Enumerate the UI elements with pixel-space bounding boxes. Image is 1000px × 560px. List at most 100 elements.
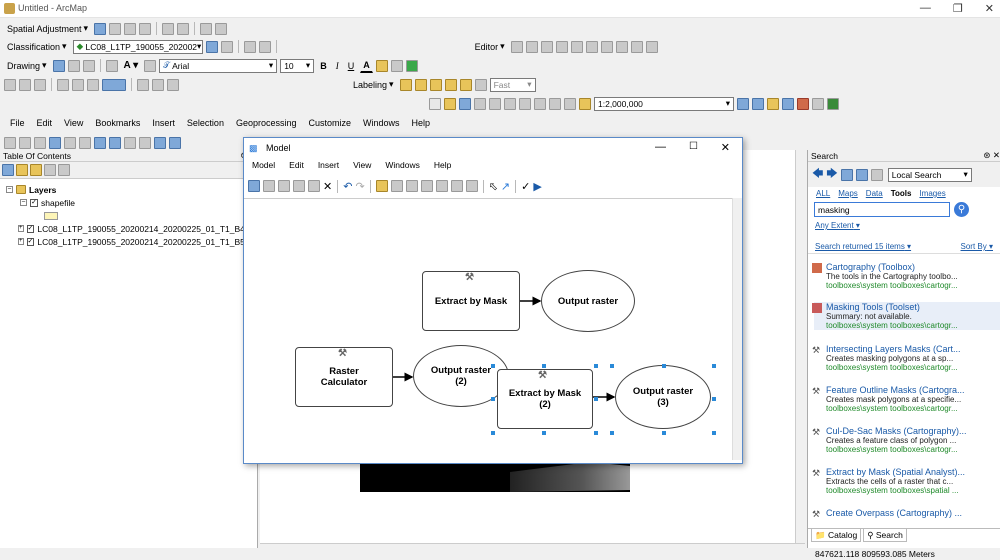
arctoolbox-icon[interactable] bbox=[797, 97, 809, 110]
refresh-icon[interactable] bbox=[855, 168, 868, 181]
redo-icon[interactable] bbox=[564, 97, 576, 110]
menu-bookmarks[interactable]: Bookmarks bbox=[95, 118, 140, 128]
delete-icon[interactable] bbox=[534, 97, 546, 110]
layout-icon[interactable] bbox=[57, 78, 69, 91]
collapse-icon[interactable]: – bbox=[20, 199, 27, 206]
search-result-item[interactable]: ⚒ Cul-De-Sac Masks (Cartography)... Crea… bbox=[812, 426, 1000, 454]
restore-button[interactable]: ❐ bbox=[953, 2, 963, 15]
zoom-out-icon[interactable] bbox=[19, 136, 31, 149]
search-tab[interactable]: ⚲ Search bbox=[863, 529, 907, 542]
clear-selection-icon[interactable] bbox=[139, 136, 151, 149]
create-features-icon[interactable] bbox=[645, 40, 658, 53]
scale-bar-icon[interactable] bbox=[137, 78, 149, 91]
graph-icon[interactable] bbox=[19, 78, 31, 91]
model-cut-icon[interactable] bbox=[278, 180, 290, 192]
rotate-element-icon[interactable] bbox=[67, 59, 80, 72]
attribute-transfer-icon[interactable] bbox=[215, 22, 228, 35]
model-full-extent-icon[interactable] bbox=[405, 180, 418, 192]
selection-handle[interactable] bbox=[662, 364, 666, 368]
selection-handle[interactable] bbox=[491, 364, 495, 368]
save-icon[interactable] bbox=[459, 97, 471, 110]
labeling-dropdown[interactable]: Labeling ▾ bbox=[350, 77, 397, 92]
menu-help[interactable]: Help bbox=[412, 118, 431, 128]
split-icon[interactable] bbox=[585, 40, 598, 53]
result-title[interactable]: Cul-De-Sac Masks (Cartography)... bbox=[826, 426, 1000, 436]
selection-handle[interactable] bbox=[594, 431, 598, 435]
selection-handle[interactable] bbox=[712, 397, 716, 401]
output-raster-data[interactable]: Output raster bbox=[541, 270, 635, 332]
model-maximize-button[interactable]: ☐ bbox=[689, 141, 698, 152]
forward-extent-icon[interactable] bbox=[109, 136, 121, 149]
cut-icon[interactable] bbox=[489, 97, 501, 110]
print-icon[interactable] bbox=[474, 97, 486, 110]
model-menu-edit[interactable]: Edit bbox=[289, 160, 304, 174]
search-go-button[interactable]: ⚲ bbox=[954, 202, 969, 217]
model-run-icon[interactable]: ▶ bbox=[533, 180, 541, 193]
collapse-icon[interactable]: – bbox=[6, 186, 13, 193]
layers-group[interactable]: – Layers bbox=[6, 183, 251, 196]
list-by-drawing-order-icon[interactable] bbox=[2, 164, 14, 176]
add-data-icon[interactable] bbox=[579, 97, 591, 110]
catalog-tab[interactable]: 📁 Catalog bbox=[811, 529, 862, 542]
selection-handle[interactable] bbox=[542, 431, 546, 435]
new-document-icon[interactable] bbox=[429, 97, 441, 110]
model-canvas[interactable]: ⚒ Extract by Mask Output raster ⚒ Raster… bbox=[244, 198, 732, 460]
layer-item[interactable]: + ✓ LC08_L1TP_190055_20200214_20200225_0… bbox=[6, 235, 252, 248]
search-results-count[interactable]: Search returned 15 items ▾ bbox=[815, 242, 911, 251]
attributes-icon[interactable] bbox=[615, 40, 628, 53]
search-tab-tools[interactable]: Tools bbox=[891, 189, 912, 198]
model-copy-icon[interactable] bbox=[293, 180, 305, 192]
search-result-item[interactable]: ⚒ Intersecting Layers Masks (Cart... Cre… bbox=[812, 344, 1000, 372]
font-color-button[interactable]: A bbox=[360, 58, 373, 73]
model-menu-insert[interactable]: Insert bbox=[318, 160, 339, 174]
search-pin-icon[interactable]: ⊛ ✕ bbox=[983, 150, 1000, 161]
model-pan-icon[interactable] bbox=[465, 180, 478, 192]
menu-windows[interactable]: Windows bbox=[363, 118, 400, 128]
lock-labels-icon[interactable] bbox=[444, 78, 457, 91]
any-extent-link[interactable]: Any Extent ▾ bbox=[808, 219, 1000, 232]
search-result-item[interactable]: ⚒ Extract by Mask (Spatial Analyst)... E… bbox=[812, 467, 1000, 495]
edit-tool-icon-2[interactable] bbox=[510, 40, 523, 53]
home-icon[interactable] bbox=[840, 168, 853, 181]
list-by-visibility-icon[interactable] bbox=[30, 164, 42, 176]
model-validate-icon[interactable]: ✓ bbox=[521, 180, 530, 193]
fill-color-icon[interactable] bbox=[375, 59, 388, 72]
rotate-icon[interactable] bbox=[600, 40, 613, 53]
underline-button[interactable]: U bbox=[345, 58, 358, 73]
layer-visibility-checkbox[interactable]: ✓ bbox=[26, 237, 35, 246]
back-extent-icon[interactable] bbox=[94, 136, 106, 149]
full-extent-icon[interactable] bbox=[49, 136, 61, 149]
menu-customize[interactable]: Customize bbox=[309, 118, 352, 128]
model-redo-icon[interactable]: ↷ bbox=[355, 180, 364, 193]
open-icon[interactable] bbox=[444, 97, 456, 110]
menu-geoprocessing[interactable]: Geoprocessing bbox=[236, 118, 297, 128]
marker-color-icon[interactable] bbox=[405, 59, 418, 72]
output-raster-3-data[interactable]: Output raster (3) bbox=[615, 365, 711, 429]
color-swatch-icon[interactable] bbox=[102, 78, 126, 91]
spatial-adjustment-dropdown[interactable]: Spatial Adjustment ▾ bbox=[4, 21, 91, 36]
menu-file[interactable]: File bbox=[10, 118, 25, 128]
undo-icon[interactable] bbox=[549, 97, 561, 110]
model-fixed-zoom-icon[interactable] bbox=[420, 180, 433, 192]
model-add-data-icon[interactable] bbox=[375, 180, 388, 192]
selection-handle[interactable] bbox=[594, 364, 598, 368]
identify-icon[interactable] bbox=[169, 136, 181, 149]
toc-window-icon[interactable] bbox=[752, 97, 764, 110]
fixed-zoom-out-icon[interactable] bbox=[79, 136, 91, 149]
toc-options-icon[interactable] bbox=[58, 164, 70, 176]
link-table-icon[interactable] bbox=[162, 22, 175, 35]
forward-arrow-icon[interactable]: 🡆 bbox=[826, 165, 837, 184]
search-window-icon[interactable] bbox=[782, 97, 794, 110]
model-auto-layout-icon[interactable] bbox=[390, 180, 403, 192]
report-icon[interactable] bbox=[34, 78, 46, 91]
result-title[interactable]: Cartography (Toolbox) bbox=[826, 262, 1000, 272]
select-elements-icon[interactable] bbox=[94, 22, 107, 35]
extract-by-mask-2-tool[interactable]: ⚒ Extract by Mask (2) bbox=[497, 369, 593, 429]
selection-handle[interactable] bbox=[491, 397, 495, 401]
search-options-icon[interactable] bbox=[870, 168, 883, 181]
model-save-icon[interactable] bbox=[248, 180, 260, 192]
line-color-icon[interactable] bbox=[390, 59, 403, 72]
copy-icon[interactable] bbox=[504, 97, 516, 110]
north-arrow-icon[interactable] bbox=[152, 78, 164, 91]
modelbuilder-icon[interactable] bbox=[827, 97, 839, 110]
